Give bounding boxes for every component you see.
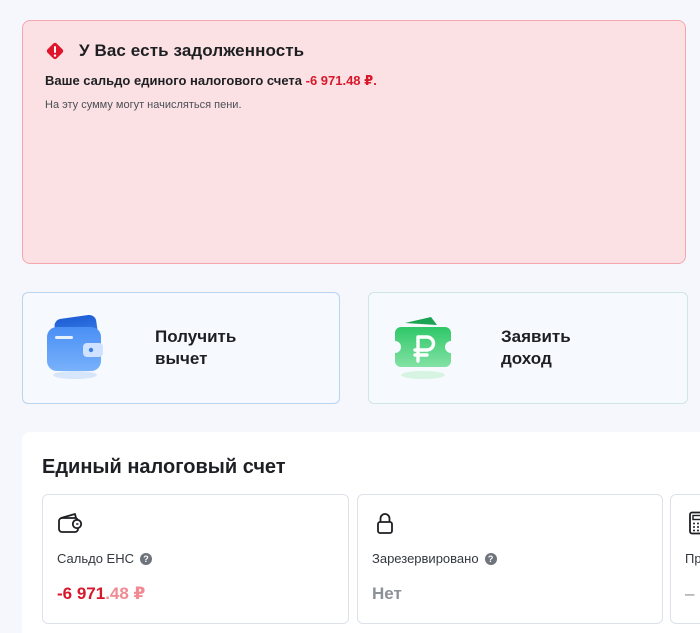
ens-title: Единый налоговый счет xyxy=(42,456,286,478)
ens-third-value: – xyxy=(685,584,695,603)
ens-reserved-label-text: Зарезервировано xyxy=(372,551,479,566)
ens-panel: Единый налоговый счет Сальдо ЕНС ? -6 97… xyxy=(22,432,700,633)
ruble-ticket-icon xyxy=(395,317,451,379)
alert-title: У Вас есть задолженность xyxy=(79,41,305,60)
calculator-icon xyxy=(689,511,700,535)
ens-balance-value-frac: .48 ₽ xyxy=(105,584,146,603)
page: У Вас есть задолженность Ваше сальдо еди… xyxy=(0,0,700,633)
alert-balance-amount: -6 971.48 ₽. xyxy=(305,73,377,88)
declare-income-label: Заявить доход xyxy=(501,327,571,368)
ens-balance-label: Сальдо ЕНС ? xyxy=(57,551,152,566)
alert-balance-text: Ваше сальдо единого налогового счета xyxy=(45,73,302,88)
alert-balance-line: Ваше сальдо единого налогового счета -6 … xyxy=(45,73,663,89)
declare-income-card[interactable]: Заявить доход xyxy=(368,292,688,404)
ens-third-label: Пр xyxy=(685,551,700,566)
alert-note: На эту сумму могут начисляться пени. xyxy=(45,99,242,111)
alert-header: У Вас есть задолженность xyxy=(45,41,663,61)
ens-reserved-label: Зарезервировано ? xyxy=(372,551,497,566)
help-icon[interactable]: ? xyxy=(484,552,497,565)
get-deduction-card[interactable]: Получить вычет xyxy=(22,292,340,404)
ens-balance-value: -6 971.48 ₽ xyxy=(57,584,145,604)
ens-balance-card[interactable]: Сальдо ЕНС ? -6 971.48 ₽ xyxy=(42,494,349,624)
help-icon[interactable]: ? xyxy=(140,552,152,565)
ens-balance-value-int: -6 971 xyxy=(57,584,106,603)
get-deduction-label: Получить вычет xyxy=(155,327,237,368)
ens-third-card[interactable]: Пр – xyxy=(670,494,700,624)
ens-balance-label-text: Сальдо ЕНС xyxy=(57,551,134,566)
ens-reserved-card[interactable]: Зарезервировано ? Нет xyxy=(357,494,663,624)
lock-icon xyxy=(377,513,393,534)
ens-reserved-value: Нет xyxy=(372,584,402,603)
wallet-icon xyxy=(58,513,83,533)
wallet-card-icon xyxy=(47,314,103,379)
warning-diamond-icon xyxy=(46,42,64,60)
debt-alert: У Вас есть задолженность Ваше сальдо еди… xyxy=(22,20,686,264)
